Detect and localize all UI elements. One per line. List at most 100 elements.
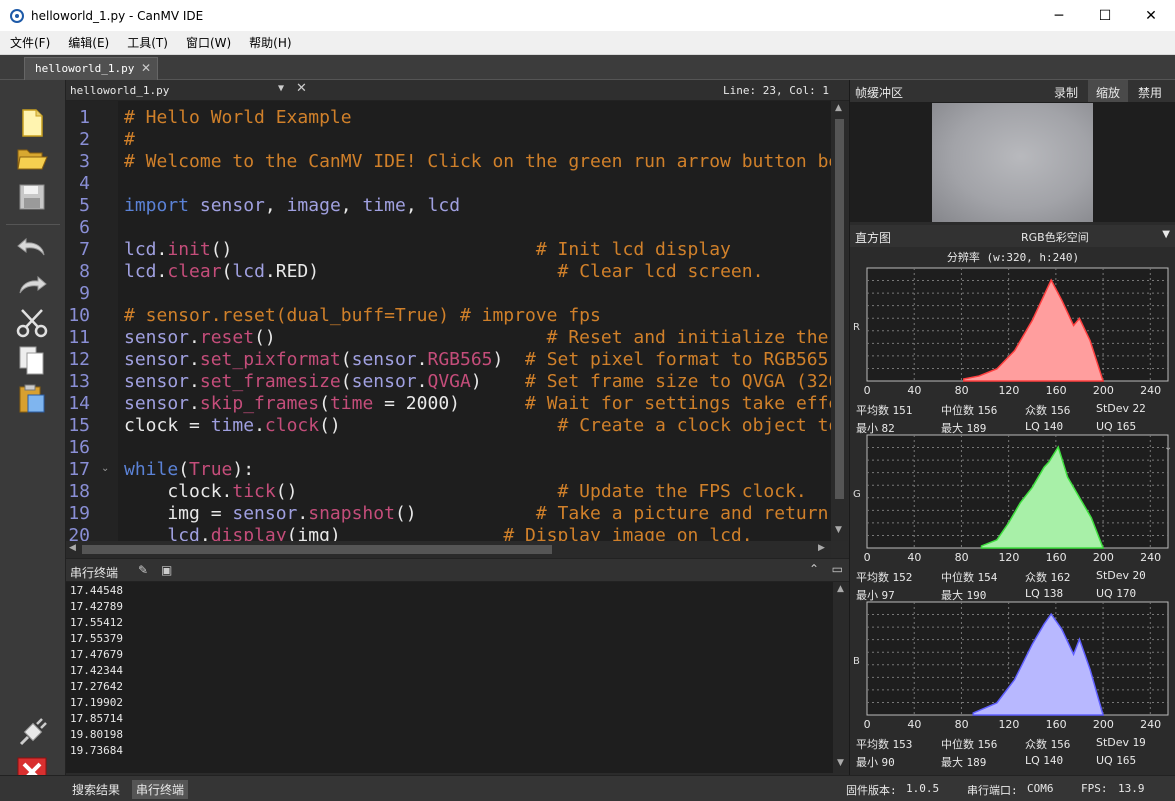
tab-search-results[interactable]: 搜索结果 (68, 780, 124, 799)
window-title: helloworld_1.py - CanMV IDE (31, 8, 204, 23)
menu-file[interactable]: 文件(F) (0, 34, 58, 51)
maximize-button[interactable]: ☐ (1082, 0, 1128, 31)
scroll-right-icon[interactable]: ▶ (818, 543, 825, 553)
serial-line: 17.44548 (70, 584, 123, 597)
code-editor[interactable]: # Hello World Example # # Welcome to the C… (118, 101, 831, 541)
x-tick-label: 240 (1140, 384, 1162, 397)
code-line: lcd.init() # Init lcd display (124, 239, 731, 260)
code-line: lcd.clear(lcd.RED) # Clear lcd screen. (124, 261, 764, 282)
serial-line: 19.80198 (70, 728, 123, 741)
menu-tools[interactable]: 工具(T) (117, 34, 176, 51)
minimize-button[interactable]: ─ (1036, 0, 1082, 31)
histogram-stat: UQ 165 (1096, 754, 1137, 767)
x-tick-label: 80 (954, 384, 969, 397)
x-tick-label: 40 (907, 384, 922, 397)
framebuffer-view (850, 102, 1175, 222)
editor-filename[interactable]: helloworld_1.py (70, 84, 169, 97)
x-tick-label: 0 (863, 384, 871, 397)
save-icon[interactable] (14, 180, 50, 214)
chevron-down-icon[interactable]: ▼ (1162, 229, 1170, 240)
serial-line: 17.55412 (70, 616, 123, 629)
code-line: # (124, 129, 135, 150)
line-number: 19 (68, 503, 90, 524)
channel-label: B (853, 656, 860, 667)
scroll-down-icon[interactable]: ▼ (835, 525, 842, 535)
open-folder-icon[interactable] (14, 142, 50, 176)
code-line: sensor.skip_frames(time = 2000) # Wait f… (124, 393, 831, 414)
x-tick-label: 240 (1140, 551, 1162, 564)
x-tick-label: 80 (954, 718, 969, 731)
maximize-pane-icon[interactable]: ▭ (832, 562, 843, 576)
clear-icon[interactable]: ✎ (138, 563, 148, 577)
serial-terminal-output[interactable]: 17.44548 17.42789 17.55412 17.55379 17.47679… (66, 582, 833, 773)
x-tick-label: 160 (1045, 551, 1067, 564)
x-tick-label: 80 (954, 551, 969, 564)
line-number: 14 (68, 393, 90, 414)
serial-terminal-header: 串行终端 ✎ ▣ ⌃ ▭ (66, 558, 849, 582)
cursor-position: Line: 23, Col: 1 (723, 84, 829, 97)
disable-button[interactable]: 禁用 (1130, 80, 1170, 102)
zoom-button[interactable]: 缩放 (1088, 80, 1129, 102)
scroll-thumb[interactable] (82, 545, 552, 554)
file-tab-label: helloworld_1.py (35, 62, 135, 75)
new-file-icon[interactable] (14, 106, 50, 140)
editor-vertical-scrollbar[interactable]: ▲ ▼ (831, 101, 848, 541)
menu-edit[interactable]: 编辑(E) (58, 34, 117, 51)
firmware-label: 固件版本: (846, 784, 897, 797)
code-line: # sensor.reset(dual_buff=True) # improve… (124, 305, 601, 326)
chevron-up-icon[interactable]: ⌃ (809, 562, 819, 576)
editor-horizontal-scrollbar[interactable]: ◀ ▶ (66, 541, 831, 558)
chevron-down-icon[interactable]: ▼ (278, 83, 284, 94)
serial-line: 17.55379 (70, 632, 123, 645)
save-icon[interactable]: ▣ (161, 563, 172, 577)
channel-label: R (853, 322, 860, 333)
copy-icon[interactable] (14, 344, 50, 378)
framebuffer-title: 帧缓冲区 (855, 86, 904, 100)
serial-terminal-title: 串行终端 (70, 566, 119, 580)
close-window-button[interactable]: ✕ (1128, 0, 1174, 31)
menu-bar: 文件(F) 编辑(E) 工具(T) 窗口(W) 帮助(H) (0, 31, 1175, 55)
histogram-stat: StDev 20 (1096, 569, 1146, 582)
undo-icon[interactable] (14, 230, 50, 264)
menu-help[interactable]: 帮助(H) (239, 34, 299, 51)
x-tick-label: 120 (998, 551, 1020, 564)
tab-serial-terminal[interactable]: 串行终端 (132, 780, 189, 799)
line-number: 13 (68, 371, 90, 392)
scroll-up-icon[interactable]: ▲ (835, 103, 842, 113)
histogram-stat: StDev 22 (1096, 402, 1146, 415)
svg-text:⌄: ⌄ (1164, 442, 1172, 452)
scroll-down-icon[interactable]: ▼ (837, 758, 844, 768)
record-button[interactable]: 录制 (1046, 80, 1086, 102)
histogram-stat: LQ 140 (1025, 754, 1064, 767)
histogram-title: 直方图 (855, 231, 892, 245)
code-line: lcd.display(img) # Display image on lcd. (167, 525, 753, 541)
right-panel: 帧缓冲区 录制 缩放 禁用 直方图 RGB色彩空间 ▼ 分辨率 (w:320, … (849, 80, 1175, 775)
fold-arrow-icon[interactable]: ⌄ (101, 463, 109, 474)
status-bar: 搜索结果 串行终端 固件版本: 1.0.5 串行端口: COM6 FPS: 13… (0, 775, 1175, 801)
app-icon (10, 8, 24, 23)
histogram-stat: 中位数 156 (941, 404, 998, 417)
serial-vertical-scrollbar[interactable]: ▲ ▼ (833, 582, 849, 773)
cut-icon[interactable] (14, 306, 50, 340)
menu-window[interactable]: 窗口(W) (176, 34, 239, 51)
scroll-down-icon[interactable]: ⌄ (1163, 440, 1175, 452)
histogram-stat: 平均数 153 (856, 738, 913, 751)
paste-icon[interactable] (14, 382, 50, 416)
code-line: sensor.set_pixformat(sensor.RGB565) # Se… (124, 349, 829, 370)
close-tab-icon[interactable]: ✕ (141, 61, 151, 75)
redo-icon[interactable] (14, 268, 50, 302)
line-number: 8 (79, 261, 90, 282)
serial-line: 17.42789 (70, 600, 123, 613)
histogram-plot: R (853, 267, 1169, 382)
line-number: 11 (68, 327, 90, 348)
line-number: 6 (79, 217, 90, 238)
scroll-left-icon[interactable]: ◀ (69, 543, 76, 553)
close-editor-icon[interactable]: ✕ (296, 81, 307, 96)
line-number: 2 (79, 129, 90, 150)
histogram-stat: 最小 90 (856, 756, 895, 769)
colorspace-select[interactable]: RGB色彩空间 (1021, 229, 1089, 245)
file-tab[interactable]: helloworld_1.py ✕ (24, 57, 158, 80)
connect-icon[interactable] (14, 716, 50, 750)
scroll-thumb[interactable] (835, 119, 844, 499)
scroll-up-icon[interactable]: ▲ (837, 584, 844, 594)
